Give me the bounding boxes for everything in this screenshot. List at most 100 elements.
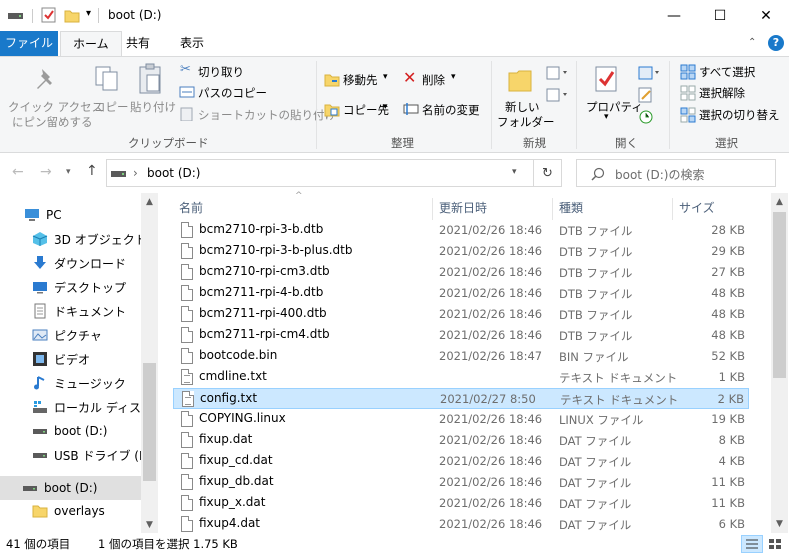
file-list-scrollbar[interactable]: ▲ ▼	[771, 193, 788, 533]
sort-ascending-icon: ^	[295, 191, 303, 201]
large-icons-view-icon	[769, 539, 781, 549]
search-box[interactable]: boot (D:)の検索	[576, 159, 776, 187]
nav-item-videos[interactable]: ビデオ	[0, 347, 142, 371]
nav-item-music[interactable]: ミュージック	[0, 371, 142, 395]
scroll-up-icon[interactable]: ▲	[141, 193, 158, 210]
new-folder-label-1[interactable]: 新しい	[505, 99, 540, 115]
scroll-down-icon[interactable]: ▼	[771, 515, 788, 532]
tab-share[interactable]: 共有	[114, 31, 162, 56]
properties-dropdown-icon[interactable]: ▾	[604, 112, 609, 122]
invert-selection-button[interactable]: 選択の切り替え	[699, 107, 780, 123]
file-row[interactable]: fixup_cd.dat 2021/02/26 18:46 DAT ファイル 4 KB	[173, 451, 749, 472]
scroll-thumb[interactable]	[773, 212, 786, 378]
move-to-dropdown-icon[interactable]: ▾	[383, 72, 388, 82]
group-label-open: 開く	[615, 136, 638, 150]
customize-quick-access-icon[interactable]: ▾	[86, 8, 91, 19]
history-icon[interactable]	[638, 109, 654, 125]
nav-item-downloads[interactable]: ダウンロード	[0, 251, 142, 275]
column-separator[interactable]	[672, 198, 673, 220]
address-dropdown-icon[interactable]: ▾	[512, 167, 517, 177]
move-to-button[interactable]: 移動先	[343, 72, 378, 88]
file-row[interactable]: bcm2710-rpi-3-b.dtb 2021/02/26 18:46 DTB フ…	[173, 220, 749, 241]
file-row[interactable]: bcm2710-rpi-cm3.dtb 2021/02/26 18:46 DTB フ…	[173, 262, 749, 283]
nav-item-usb-e[interactable]: USB ドライブ (E:)	[0, 443, 142, 467]
new-folder-label-2[interactable]: フォルダー	[497, 114, 555, 130]
file-row[interactable]: config.txt 2021/02/27 8:50 テキスト ドキュメント 2 KB	[173, 388, 749, 409]
nav-item-pc[interactable]: PC	[0, 203, 142, 227]
file-row[interactable]: fixup.dat 2021/02/26 18:46 DAT ファイル 8 KB	[173, 430, 749, 451]
file-row[interactable]: bcm2711-rpi-cm4.dtb 2021/02/26 18:46 DTB フ…	[173, 325, 749, 346]
file-row[interactable]: COPYING.linux 2021/02/26 18:46 LINUX ファイル 1…	[173, 409, 749, 430]
tab-view[interactable]: 表示	[168, 31, 216, 56]
large-icons-view-button[interactable]	[766, 536, 784, 552]
nav-item-desktop[interactable]: デスクトップ	[0, 275, 142, 299]
recent-locations-icon[interactable]: ▾	[66, 167, 71, 177]
file-row[interactable]: fixup_x.dat 2021/02/26 18:46 DAT ファイル 11 KB	[173, 493, 749, 514]
properties-quick-icon[interactable]	[41, 7, 57, 23]
copy-button[interactable]: コピー	[94, 99, 129, 115]
column-header-date[interactable]: 更新日時	[439, 199, 487, 216]
delete-button[interactable]: 削除	[422, 72, 445, 88]
breadcrumb-current[interactable]: boot (D:)	[147, 166, 200, 180]
file-row[interactable]: bcm2711-rpi-400.dtb 2021/02/26 18:46 DTB フ…	[173, 304, 749, 325]
minimize-button[interactable]: —	[651, 0, 697, 31]
pin-quick-access-label-1[interactable]: クイック アクセス	[8, 99, 103, 115]
tab-home[interactable]: ホーム	[60, 31, 122, 56]
forward-arrow-icon[interactable]: →	[40, 164, 52, 180]
nav-item-local-disk-c[interactable]: ローカル ディスク (C	[0, 395, 142, 419]
collapse-ribbon-icon[interactable]: ⌃	[748, 37, 756, 48]
column-header-size[interactable]: サイズ	[679, 199, 715, 216]
cut-button[interactable]: 切り取り	[198, 64, 244, 80]
column-header-type[interactable]: 種類	[559, 199, 583, 216]
copy-to-dropdown-icon[interactable]: ▾	[383, 102, 388, 112]
refresh-icon[interactable]: ↻	[534, 159, 562, 187]
nav-item-boot-d[interactable]: boot (D:)	[0, 419, 142, 443]
column-separator[interactable]	[552, 198, 553, 220]
new-folder-quick-icon[interactable]	[64, 7, 80, 23]
properties-button[interactable]: プロパティ	[586, 99, 643, 115]
help-icon[interactable]: ?	[768, 35, 784, 51]
nav-item-documents[interactable]: ドキュメント	[0, 299, 142, 323]
file-row[interactable]: cmdline.txt テキスト ドキュメント 1 KB	[173, 367, 749, 388]
up-arrow-icon[interactable]: ↑	[86, 163, 98, 179]
easy-access-icon[interactable]	[546, 87, 568, 103]
nav-item-boot-d-selected[interactable]: boot (D:)	[0, 476, 142, 500]
tab-file[interactable]: ファイル	[0, 31, 58, 56]
title-bar[interactable]: ▾ boot (D:) — ☐ ✕	[0, 0, 789, 31]
edit-icon[interactable]	[638, 87, 654, 103]
back-arrow-icon[interactable]: ←	[12, 164, 24, 180]
pin-quick-access-label-2[interactable]: にピン留めする	[12, 114, 93, 130]
scroll-down-icon[interactable]: ▼	[141, 516, 158, 533]
scroll-up-icon[interactable]: ▲	[771, 193, 788, 210]
file-row[interactable]: bootcode.bin 2021/02/26 18:47 BIN ファイル 52 K…	[173, 346, 749, 367]
nav-item-pictures[interactable]: ピクチャ	[0, 323, 142, 347]
nav-label: USB ドライブ (E:)	[54, 448, 142, 463]
scroll-thumb[interactable]	[143, 363, 156, 481]
file-row[interactable]: fixup_db.dat 2021/02/26 18:46 DAT ファイル 11 K…	[173, 472, 749, 493]
details-view-button[interactable]	[741, 535, 763, 553]
close-button[interactable]: ✕	[743, 0, 789, 31]
file-row[interactable]: bcm2710-rpi-3-b-plus.dtb 2021/02/26 18:46…	[173, 241, 749, 262]
select-all-button[interactable]: すべて選択	[699, 64, 755, 80]
file-name: fixup_cd.dat	[199, 453, 273, 467]
file-name: bcm2711-rpi-400.dtb	[199, 306, 327, 320]
address-bar[interactable]: › boot (D:) ▾	[106, 159, 534, 187]
column-separator[interactable]	[432, 198, 433, 220]
breadcrumb-separator[interactable]: ›	[133, 166, 138, 180]
file-row[interactable]: fixup4.dat 2021/02/26 18:46 DAT ファイル 6 KB	[173, 514, 749, 535]
rename-button[interactable]: 名前の変更	[422, 102, 480, 118]
nav-pane-scrollbar[interactable]: ▲ ▼	[141, 193, 158, 533]
details-view-icon	[746, 539, 758, 549]
open-icon[interactable]	[638, 65, 660, 81]
nav-label: boot (D:)	[54, 424, 108, 438]
delete-dropdown-icon[interactable]: ▾	[451, 72, 456, 82]
maximize-button[interactable]: ☐	[697, 0, 743, 31]
nav-item-3d-objects[interactable]: 3D オブジェクト	[0, 227, 142, 251]
paste-button[interactable]: 貼り付け	[130, 99, 176, 115]
new-item-icon[interactable]	[546, 65, 568, 81]
column-header-name[interactable]: 名前	[179, 199, 203, 216]
file-row[interactable]: bcm2711-rpi-4-b.dtb 2021/02/26 18:46 DTB フ…	[173, 283, 749, 304]
copy-path-button[interactable]: パスのコピー	[198, 85, 267, 101]
select-none-button[interactable]: 選択解除	[699, 85, 745, 101]
nav-item-overlays[interactable]: overlays	[0, 499, 142, 523]
